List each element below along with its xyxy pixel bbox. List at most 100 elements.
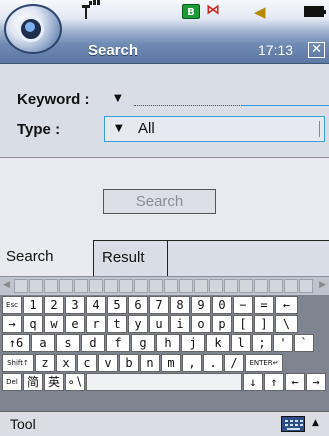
- key[interactable]: ←: [275, 296, 298, 314]
- key[interactable]: −: [233, 296, 253, 314]
- select-edge: [319, 121, 320, 137]
- search-form: Keyword : ▼ Type : ▼ All: [0, 64, 329, 157]
- key[interactable]: d: [81, 334, 105, 353]
- key[interactable]: u: [149, 315, 169, 334]
- key[interactable]: c: [77, 353, 97, 372]
- key[interactable]: r: [86, 315, 106, 334]
- candidate-strip[interactable]: ◀ ▶: [0, 276, 329, 295]
- key[interactable]: 英: [44, 372, 64, 391]
- logo-eye: [25, 22, 35, 32]
- message-icon: B: [182, 4, 200, 19]
- key[interactable]: ←: [285, 372, 305, 391]
- key[interactable]: [: [233, 315, 253, 334]
- tab-search[interactable]: Search: [0, 240, 94, 276]
- clock: 17:13: [258, 42, 294, 58]
- key[interactable]: 1: [23, 296, 43, 314]
- key[interactable]: ,: [182, 353, 202, 372]
- keyboard-icon[interactable]: [281, 416, 305, 432]
- key[interactable]: o: [191, 315, 211, 334]
- key[interactable]: l: [231, 334, 251, 353]
- search-button[interactable]: Search: [103, 189, 216, 214]
- key[interactable]: g: [131, 334, 155, 353]
- scroll-right-icon[interactable]: ▶: [319, 280, 326, 290]
- speaker-icon[interactable]: ◀: [254, 3, 266, 21]
- keyboard-row: Esc 1 2 3 4 5 6 7 8 9 0− = ←: [2, 296, 327, 315]
- keyword-dropdown-icon[interactable]: ▼: [114, 93, 122, 104]
- key-space[interactable]: [86, 372, 242, 391]
- key[interactable]: a: [31, 334, 55, 353]
- chevron-down-icon: ▼: [115, 123, 123, 134]
- key[interactable]: 2: [44, 296, 64, 314]
- key[interactable]: 9: [191, 296, 211, 314]
- key[interactable]: Esc: [2, 296, 22, 314]
- key[interactable]: =: [254, 296, 274, 314]
- keyword-input[interactable]: [242, 88, 329, 106]
- type-value: All: [138, 120, 155, 137]
- key[interactable]: ↑: [264, 372, 284, 391]
- key[interactable]: x: [56, 353, 76, 372]
- key[interactable]: j: [181, 334, 205, 353]
- key[interactable]: e: [65, 315, 85, 334]
- keyword-label: Keyword :: [17, 91, 90, 108]
- search-area: Search: [0, 158, 329, 240]
- key[interactable]: h: [156, 334, 180, 353]
- window-title: Search: [88, 42, 139, 59]
- key[interactable]: ]: [254, 315, 274, 334]
- battery-icon: [304, 6, 326, 17]
- menu-bar: Tool ▲: [0, 411, 329, 436]
- menu-tool[interactable]: Tool: [10, 416, 36, 432]
- key[interactable]: t: [107, 315, 127, 334]
- key[interactable]: /: [224, 353, 244, 372]
- soft-keyboard: Esc 1 2 3 4 5 6 7 8 9 0− = ← → q w e r t y u i o p[] \ ↑6 a s d f g h j k…: [0, 295, 329, 411]
- bluetooth-icon: ⋈: [206, 2, 220, 18]
- key[interactable]: 3: [65, 296, 85, 314]
- key[interactable]: i: [170, 315, 190, 334]
- status-bar: B ⋈ ◀ Search 17:13 ✕: [0, 0, 329, 64]
- keyboard-row: → q w e r t y u i o p[] \: [2, 315, 327, 334]
- key[interactable]: 8: [170, 296, 190, 314]
- keyboard-row: Del 简英 ∘∖ ↓ ↑ ← →: [2, 372, 327, 392]
- tab-result[interactable]: Result: [94, 240, 168, 276]
- key[interactable]: Shift↑: [2, 353, 34, 372]
- close-icon[interactable]: ✕: [308, 42, 325, 58]
- tab-bar: Search Result: [0, 240, 329, 276]
- type-label: Type :: [17, 121, 61, 138]
- key[interactable]: m: [161, 353, 181, 372]
- key[interactable]: ↑6: [2, 334, 30, 353]
- candidate-cells: [14, 279, 314, 293]
- key[interactable]: f: [106, 334, 130, 353]
- key[interactable]: s: [56, 334, 80, 353]
- key[interactable]: `: [294, 334, 314, 353]
- key[interactable]: \: [275, 315, 298, 334]
- key[interactable]: ENTER↵: [245, 353, 283, 372]
- key[interactable]: n: [140, 353, 160, 372]
- key[interactable]: ': [273, 334, 293, 353]
- key[interactable]: v: [98, 353, 118, 372]
- key[interactable]: ;: [252, 334, 272, 353]
- keyboard-row: Shift↑ z x c v b n m,. / ENTER↵: [2, 353, 327, 373]
- key[interactable]: b: [119, 353, 139, 372]
- key[interactable]: .: [203, 353, 223, 372]
- key[interactable]: 5: [107, 296, 127, 314]
- key[interactable]: 4: [86, 296, 106, 314]
- key[interactable]: Del: [2, 372, 22, 391]
- key[interactable]: 7: [149, 296, 169, 314]
- keyword-underline: [134, 105, 242, 106]
- key[interactable]: →: [2, 315, 22, 334]
- key[interactable]: ∘∖: [65, 372, 85, 391]
- scroll-left-icon[interactable]: ◀: [3, 280, 10, 290]
- key[interactable]: 简: [23, 372, 43, 391]
- key[interactable]: 6: [128, 296, 148, 314]
- app-logo[interactable]: [4, 4, 62, 54]
- key[interactable]: p: [212, 315, 232, 334]
- key[interactable]: w: [44, 315, 64, 334]
- key[interactable]: 0: [212, 296, 232, 314]
- type-select[interactable]: ▼ All: [104, 116, 325, 142]
- key[interactable]: ↓: [243, 372, 263, 391]
- key[interactable]: k: [206, 334, 230, 353]
- key[interactable]: →: [306, 372, 326, 391]
- key[interactable]: z: [35, 353, 55, 372]
- key[interactable]: q: [23, 315, 43, 334]
- chevron-up-icon[interactable]: ▲: [312, 418, 319, 428]
- key[interactable]: y: [128, 315, 148, 334]
